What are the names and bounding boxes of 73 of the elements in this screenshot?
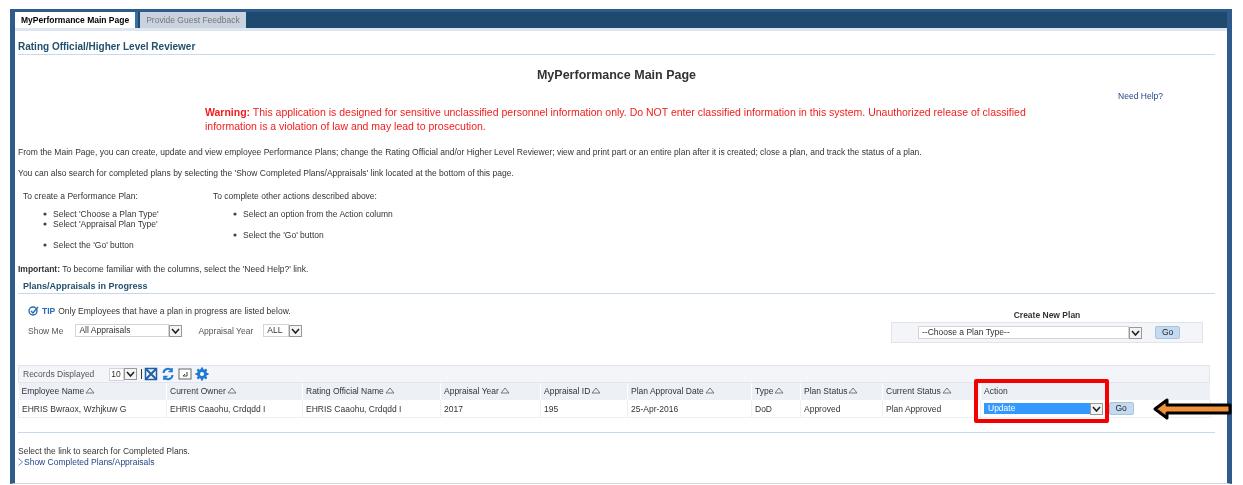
sort-icon	[226, 387, 237, 394]
refresh-icon	[161, 367, 176, 381]
table-cell: 25-Apr-2016	[627, 399, 752, 418]
create-plan-title: Create New Plan	[1013, 310, 1081, 320]
sort-icon	[848, 387, 859, 394]
column-header[interactable]: Appraisal Year	[440, 383, 541, 400]
intro-paragraph: From the Main Page, you can create, update and view employee Performance Plans; change the Rating Official and/or Higher Level Reviewer; view and print part or an entire plan after it is created; close a plan, and track the status of a plan.	[18, 147, 923, 157]
tip-label: TIP	[42, 305, 56, 316]
dropdown-arrow-icon[interactable]	[124, 368, 138, 380]
instruction-heading: To create a Performance Plan:	[23, 191, 139, 201]
go-button[interactable]: Go	[1155, 326, 1181, 339]
column-header[interactable]: Plan Status	[800, 383, 883, 400]
instruction-item: Select 'Choose a Plan Type'	[53, 209, 159, 219]
expand-icon	[144, 367, 159, 381]
instruction-item: Select the 'Go' button	[243, 230, 324, 240]
column-header[interactable]: Current Status	[882, 383, 981, 400]
bullet-icon	[233, 233, 237, 237]
bullet-icon	[43, 243, 47, 247]
tip-check-icon	[28, 305, 39, 316]
column-header[interactable]: Action	[980, 383, 1107, 400]
table-cell: EHRIS Caaohu, Crdqdd I	[166, 399, 303, 418]
bullet-icon	[233, 212, 237, 216]
records-dropdown[interactable]: 10	[109, 367, 125, 381]
dropdown-arrow-icon[interactable]	[289, 324, 303, 337]
sort-icon	[384, 387, 395, 394]
important-note: Important: To become familiar with the columns, select the 'Need Help?' link.	[18, 264, 310, 274]
column-header[interactable]: Employee Name	[18, 383, 167, 400]
table-cell: Approved	[800, 399, 883, 418]
go-button[interactable]: Go	[1108, 402, 1134, 415]
section-title: Plans/Appraisals in Progress	[18, 281, 1215, 294]
table-cell: 195	[540, 399, 628, 418]
table-cell: Plan Approved	[882, 399, 981, 418]
dropdown-arrow-icon[interactable]	[1090, 402, 1103, 415]
instruction-item: Select an option from the Action column	[243, 209, 393, 219]
plan-type-dropdown[interactable]: --Choose a Plan Type--	[918, 326, 1129, 339]
tab[interactable]: MyPerformance Main Page	[15, 12, 139, 28]
column-header[interactable]: Type	[751, 383, 801, 400]
column-header[interactable]: Rating Official Name	[302, 383, 441, 400]
column-header[interactable]: Current Owner	[166, 383, 303, 400]
chevron-icon	[18, 458, 23, 466]
bullet-icon	[43, 222, 47, 226]
column-header[interactable]: Appraisal ID	[540, 383, 628, 400]
page-title: MyPerformance Main Page	[535, 68, 698, 82]
filter-dropdown[interactable]: ALL	[263, 324, 290, 337]
sort-icon	[774, 387, 785, 394]
tip-text: Only Employees that have a plan in progress are listed below.	[58, 305, 291, 316]
filter-label: Show Me	[28, 325, 64, 336]
table-cell: 2017	[440, 399, 541, 418]
completed-plans-link[interactable]: Show Completed Plans/Appraisals	[24, 457, 155, 467]
sort-icon	[85, 387, 96, 394]
warning-text: Warning: This application is designed for sensitive unclassified personnel information only. Do NOT enter classified information in this system. Unauthorized release of classified information is a violation of law and may lead to prosecution.	[205, 105, 1027, 133]
sort-icon	[941, 387, 952, 394]
filter-label: Appraisal Year	[198, 325, 254, 336]
sort-icon	[499, 387, 510, 394]
sort-icon	[591, 387, 602, 394]
bullet-icon	[43, 212, 47, 216]
records-label: Records Displayed	[23, 369, 95, 379]
filter-dropdown[interactable]: All Appraisals	[75, 324, 170, 337]
section-title: Rating Official/Higher Level Reviewer	[18, 41, 1215, 55]
column-header[interactable]: Plan Approval Date	[627, 383, 752, 400]
instruction-item: Select 'Appraisal Plan Type'	[53, 219, 158, 229]
footer-text: Select the link to search for Completed Plans.	[18, 446, 191, 456]
instruction-item: Select the 'Go' button	[53, 240, 134, 250]
help-link[interactable]: Need Help?	[1118, 91, 1163, 101]
pointer-arrow-icon	[1153, 398, 1233, 420]
dropdown-arrow-icon[interactable]	[169, 324, 183, 337]
table-cell: DoD	[751, 399, 801, 418]
instruction-heading: To complete other actions described above:	[213, 191, 378, 201]
table-cell: EHRIS Caaohu, Crdqdd I	[302, 399, 441, 418]
intro-paragraph: You can also search for completed plans by selecting the 'Show Completed Plans/Appraisals' link located at the bottom of this page.	[18, 168, 515, 178]
table-cell: EHRIS Bwraox, Wzhjkuw G	[18, 399, 167, 418]
sort-icon	[704, 387, 715, 394]
dropdown-arrow-icon[interactable]	[1129, 326, 1142, 339]
